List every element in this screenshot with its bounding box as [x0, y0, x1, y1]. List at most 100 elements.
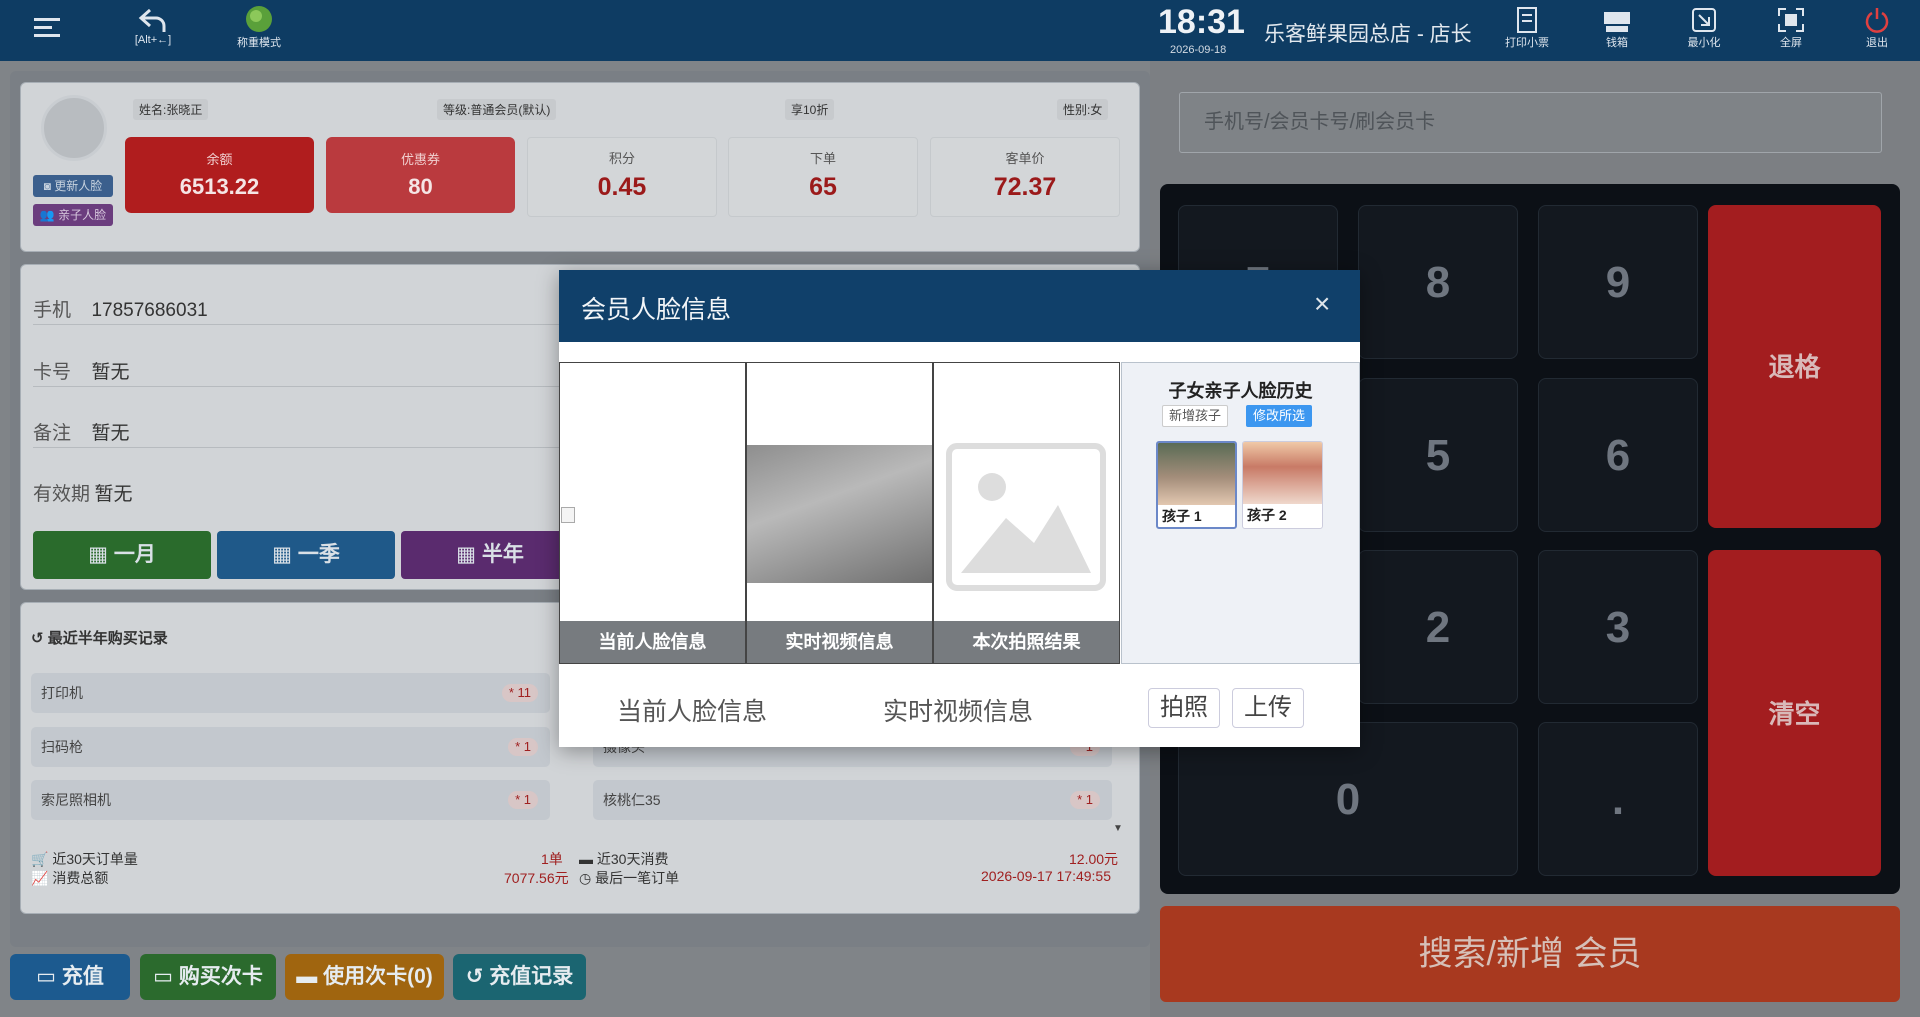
search-add-member-button[interactable]: 搜索/新增 会员	[1160, 906, 1900, 1002]
logout-button[interactable]: 退出	[1850, 6, 1904, 50]
receipt-icon	[1517, 7, 1537, 33]
card-label: 卡号	[33, 362, 72, 383]
period-quarter-button[interactable]: ▦ 一季	[217, 531, 395, 579]
child-face-history: 子女亲子人脸历史 新增孩子 修改所选 孩子 1 孩子 2	[1121, 362, 1360, 664]
take-photo-button[interactable]: 拍照	[1148, 688, 1220, 728]
weigh-mode-label: 称重模式	[237, 37, 281, 49]
fullscreen-icon	[1778, 8, 1804, 32]
recharge-log-button[interactable]: ↺ 充值记录	[453, 954, 586, 1000]
image-placeholder-icon	[946, 443, 1106, 591]
minimize-button[interactable]: 最小化	[1677, 6, 1731, 50]
child-name: 孩子 2	[1247, 507, 1287, 523]
phone-label: 手机	[33, 300, 72, 321]
cash-drawer-icon	[1604, 12, 1630, 32]
balance-box[interactable]: 余额 6513.22	[125, 137, 314, 213]
avg-stat: 客单价 72.37	[930, 137, 1120, 217]
minimize-label: 最小化	[1687, 37, 1721, 49]
record-name: 核桃仁35	[603, 792, 661, 808]
edit-selected-button[interactable]: 修改所选	[1246, 405, 1313, 427]
cash-drawer-button[interactable]: 钱箱	[1590, 6, 1644, 50]
coupon-box[interactable]: 优惠券 80	[326, 137, 515, 213]
child-card-2[interactable]: 孩子 2	[1242, 441, 1323, 529]
lettuce-icon	[246, 6, 272, 32]
record-item[interactable]: 打印机 * 11	[31, 673, 550, 713]
clock: 18:31	[1158, 3, 1245, 41]
wallet-icon: ▭	[36, 965, 62, 988]
spend30-label: 近30天消费	[596, 851, 669, 867]
coupon-value: 80	[408, 174, 433, 199]
points-stat: 积分 0.45	[527, 137, 717, 217]
key-3[interactable]: 3	[1538, 550, 1698, 704]
users-icon: 👥	[39, 208, 59, 222]
weigh-mode-button[interactable]: 称重模式	[232, 4, 286, 50]
cash-drawer-label: 钱箱	[1606, 37, 1628, 49]
child-card-1[interactable]: 孩子 1	[1156, 441, 1237, 529]
period-half-year-button[interactable]: ▦ 半年	[401, 531, 579, 579]
points-label: 积分	[608, 151, 635, 166]
close-icon[interactable]: ×	[1314, 288, 1330, 320]
undo-icon	[138, 8, 166, 32]
period-quarter-label: 一季	[297, 543, 340, 566]
record-count: * 1	[508, 791, 538, 809]
store-name: 乐客鲜果园总店 - 店长	[1264, 23, 1472, 46]
key-6[interactable]: 6	[1538, 378, 1698, 532]
upload-button[interactable]: 上传	[1232, 688, 1304, 728]
key-9[interactable]: 9	[1538, 205, 1698, 359]
orders30-label: 近30天订单量	[52, 851, 138, 867]
cart-icon: 🛒	[31, 851, 49, 867]
record-item[interactable]: 扫码枪 * 1	[31, 727, 550, 767]
child-photo	[1243, 442, 1322, 504]
period-month-label: 一月	[113, 543, 156, 566]
total-label: 消费总额	[52, 870, 109, 886]
key-dot[interactable]: .	[1538, 722, 1698, 876]
calendar-icon: ▦	[272, 543, 298, 566]
undo-shortcut: [Alt+←]	[134, 34, 172, 46]
buy-card-label: 购买次卡	[178, 965, 263, 988]
history-title: 子女亲子人脸历史	[1168, 381, 1313, 401]
calendar-icon: ▦	[456, 543, 482, 566]
member-search-input[interactable]: 手机号/会员卡号/刷会员卡	[1179, 92, 1882, 153]
record-count: * 1	[508, 738, 538, 756]
live-video-caption: 实时视频信息	[747, 621, 932, 663]
orders-value: 65	[809, 173, 837, 201]
recharge-log-label: 充值记录	[489, 965, 574, 988]
clear-key[interactable]: 清空	[1708, 550, 1881, 876]
update-face-button[interactable]: ◙ 更新人脸	[33, 175, 113, 197]
backspace-key[interactable]: 退格	[1708, 205, 1881, 528]
footer-current-face: 当前人脸信息	[617, 698, 768, 726]
recharge-button[interactable]: ▭ 充值	[10, 954, 130, 1000]
undo-button[interactable]: [Alt+←]	[128, 6, 178, 46]
scroll-down-icon[interactable]: ▼	[1113, 823, 1123, 834]
note-label: 备注	[33, 423, 72, 444]
use-card-label: 使用次卡(0)	[323, 965, 433, 988]
fullscreen-label: 全屏	[1780, 37, 1802, 49]
record-name: 打印机	[41, 685, 83, 701]
fullscreen-button[interactable]: 全屏	[1764, 6, 1818, 50]
print-receipt-button[interactable]: 打印小票	[1500, 6, 1554, 50]
coupon-label: 优惠券	[400, 152, 440, 167]
orders-stat: 下单 65	[728, 137, 918, 217]
avg-label: 客单价	[1005, 151, 1045, 166]
chart-icon: 📈	[31, 870, 49, 886]
history-icon: ↺	[465, 965, 490, 988]
key-5[interactable]: 5	[1358, 378, 1518, 532]
orders30-value: 1单	[541, 851, 563, 867]
last-label-wrap: ◷ 最后一笔订单	[579, 868, 679, 888]
key-8[interactable]: 8	[1358, 205, 1518, 359]
recharge-label: 充值	[61, 965, 104, 988]
use-card-button[interactable]: ▬ 使用次卡(0)	[285, 954, 444, 1000]
record-item[interactable]: 索尼照相机 * 1	[31, 780, 550, 820]
key-2[interactable]: 2	[1358, 550, 1518, 704]
child-face-button[interactable]: 👥 亲子人脸	[33, 204, 113, 226]
phone-value: 17857686031	[91, 300, 208, 321]
add-child-button[interactable]: 新增孩子	[1162, 405, 1229, 427]
record-item[interactable]: 核桃仁35 * 1	[593, 780, 1112, 820]
buy-card-button[interactable]: ▭ 购买次卡	[140, 954, 276, 1000]
live-video-panel: 实时视频信息	[746, 362, 933, 664]
spend30-value: 12.00元	[1069, 851, 1119, 867]
orders30-label-wrap: 🛒 近30天订单量	[31, 849, 138, 869]
record-count: * 11	[501, 684, 538, 702]
period-month-button[interactable]: ▦ 一月	[33, 531, 211, 579]
menu-icon[interactable]	[34, 16, 60, 38]
record-name: 扫码枪	[41, 739, 83, 755]
